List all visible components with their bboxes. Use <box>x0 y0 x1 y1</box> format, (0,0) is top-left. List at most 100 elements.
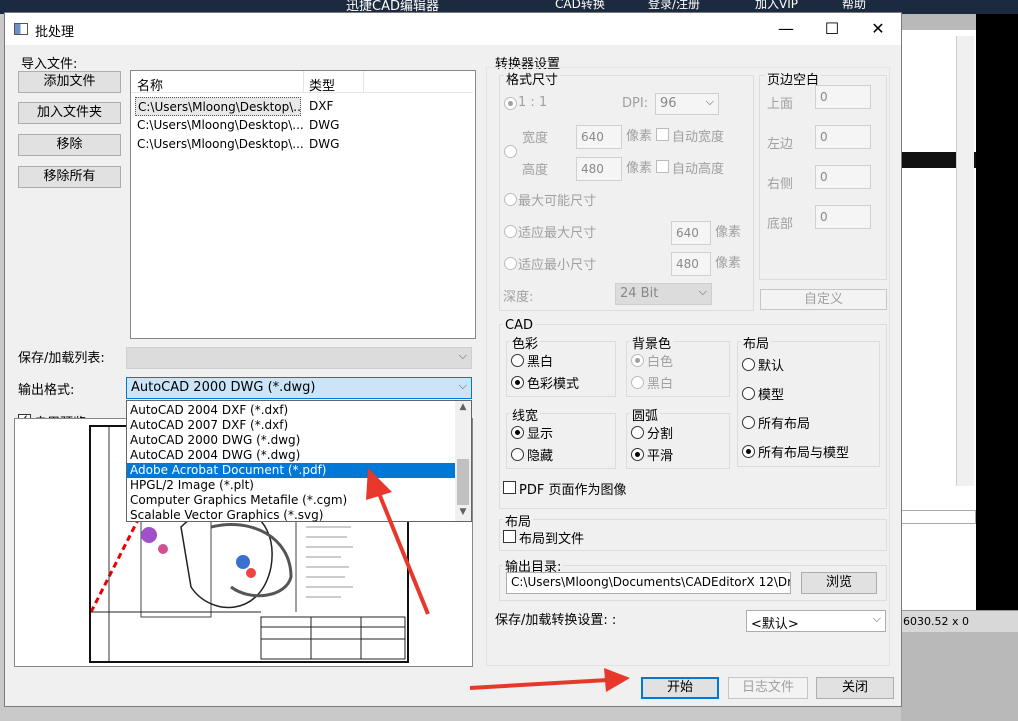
auto-height-label: 自动高度 <box>672 162 725 177</box>
format-option[interactable]: AutoCAD 2000 DWG (*.dwg) <box>127 433 455 448</box>
background-panel-titlebar-2 <box>901 510 976 524</box>
fit-max-label: 适应最大尺寸 <box>518 226 597 241</box>
margin-top-label: 上面 <box>767 97 794 112</box>
column-separator[interactable] <box>363 71 364 93</box>
log-file-button[interactable]: 日志文件 <box>728 677 808 699</box>
file-row[interactable]: C:\Users\Mloong\Desktop\... DWG <box>131 135 473 154</box>
scrollbar-thumb[interactable] <box>457 459 469 505</box>
depth-combo[interactable]: 24 Bit ⌵ <box>615 283 712 305</box>
color-mode-radio[interactable] <box>511 376 524 389</box>
file-row[interactable]: C:\Users\Mloong\Desktop\... DXF <box>131 97 473 116</box>
add-file-button[interactable]: 添加文件 <box>18 71 121 93</box>
add-folder-button[interactable]: 加入文件夹 <box>18 102 121 124</box>
output-dir-field[interactable]: C:\Users\Mloong\Documents\CADEditorX 12\… <box>506 572 791 594</box>
layout-label: 布局 <box>741 333 772 352</box>
format-option[interactable]: Scalable Vector Graphics (*.svg) <box>127 508 455 523</box>
fit-max-pixel-unit: 像素 <box>715 225 742 240</box>
line-width-show-radio[interactable] <box>511 426 524 439</box>
layout-model-label: 模型 <box>758 388 785 403</box>
layout-default-radio[interactable] <box>742 358 755 371</box>
save-load-settings-value: <默认> <box>751 617 799 632</box>
margin-bottom-field[interactable]: 0 <box>815 205 871 229</box>
dialog-title: 批处理 <box>35 25 75 40</box>
max-possible-radio[interactable] <box>504 193 517 206</box>
file-list[interactable]: 名称 类型 C:\Users\Mloong\Desktop\... DXF C:… <box>130 70 476 339</box>
close-button[interactable]: 关闭 <box>816 677 894 699</box>
close-icon[interactable]: ✕ <box>855 13 901 45</box>
bg-white-radio[interactable] <box>631 354 644 367</box>
maximize-icon[interactable]: ☐ <box>809 13 855 45</box>
background-scrollbar[interactable] <box>956 36 974 486</box>
help-menu[interactable]: 帮助 <box>842 0 866 12</box>
margin-left-field[interactable]: 0 <box>815 125 871 149</box>
remove-button[interactable]: 移除 <box>18 134 121 156</box>
margin-right-field[interactable]: 0 <box>815 165 871 189</box>
login-menu[interactable]: 登录/注册 <box>648 0 700 12</box>
max-possible-label: 最大可能尺寸 <box>518 194 597 209</box>
margin-top-field[interactable]: 0 <box>815 85 871 109</box>
column-header-name[interactable]: 名称 <box>137 75 163 94</box>
layout-all-model-radio[interactable] <box>742 445 755 458</box>
arc-split-radio[interactable] <box>631 426 644 439</box>
format-option-highlighted[interactable]: Adobe Acrobat Document (*.pdf) <box>127 463 455 478</box>
auto-width-checkbox[interactable] <box>656 128 669 141</box>
fit-max-radio[interactable] <box>504 225 517 238</box>
fit-max-field[interactable]: 640 <box>671 221 711 245</box>
remove-all-button[interactable]: 移除所有 <box>18 166 121 188</box>
format-option[interactable]: HPGL/2 Image (*.plt) <box>127 478 455 493</box>
auto-height-checkbox[interactable] <box>656 160 669 173</box>
file-row[interactable]: C:\Users\Mloong\Desktop\... DWG <box>131 116 473 135</box>
color-bw-label: 黑白 <box>527 355 554 370</box>
vip-menu[interactable]: 加入VIP <box>755 0 798 12</box>
line-width-hide-radio[interactable] <box>511 448 524 461</box>
minimize-icon[interactable]: — <box>763 13 809 45</box>
file-type: DXF <box>309 99 334 113</box>
depth-label: 深度: <box>503 290 534 305</box>
column-header-type[interactable]: 类型 <box>309 75 335 94</box>
format-option[interactable]: Computer Graphics Metafile (*.cgm) <box>127 493 455 508</box>
ratio-1-1-label: 1 : 1 <box>518 95 548 110</box>
scroll-up-icon[interactable]: ▲ <box>455 402 471 412</box>
width-pixel-unit: 像素 <box>626 129 653 144</box>
browse-button[interactable]: 浏览 <box>801 572 877 594</box>
save-load-list-combo[interactable]: ⌵ <box>126 347 472 369</box>
format-option[interactable]: AutoCAD 2007 DXF (*.dxf) <box>127 418 455 433</box>
format-option[interactable]: AutoCAD 2004 DXF (*.dxf) <box>127 403 455 418</box>
layout-to-file-checkbox[interactable] <box>503 530 516 543</box>
save-load-settings-combo[interactable]: <默认> ⌵ <box>746 610 886 632</box>
layout-all-radio[interactable] <box>742 416 755 429</box>
fit-min-field[interactable]: 480 <box>671 252 711 276</box>
bg-bw-radio[interactable] <box>631 376 644 389</box>
arc-label: 圆弧 <box>630 405 661 424</box>
start-button[interactable]: 开始 <box>641 677 719 699</box>
dpi-value: 96 <box>660 96 677 111</box>
layout-model-radio[interactable] <box>742 387 755 400</box>
custom-size-radio[interactable] <box>504 145 517 158</box>
format-option[interactable]: AutoCAD 2004 DWG (*.dwg) <box>127 448 455 463</box>
output-format-dropdown[interactable]: AutoCAD 2004 DXF (*.dxf) AutoCAD 2007 DX… <box>126 400 472 522</box>
line-width-label: 线宽 <box>510 405 541 424</box>
arc-smooth-label: 平滑 <box>647 449 674 464</box>
height-field[interactable]: 480 <box>576 157 622 181</box>
pdf-as-image-checkbox[interactable] <box>503 481 516 494</box>
column-separator[interactable] <box>303 71 304 93</box>
background-color-label: 背景色 <box>630 333 674 352</box>
fit-min-radio[interactable] <box>504 257 517 270</box>
cad-convert-menu[interactable]: CAD转换 <box>555 0 605 12</box>
margin-bottom-label: 底部 <box>767 217 794 232</box>
file-name: C:\Users\Mloong\Desktop\... <box>137 137 303 151</box>
bg-bw-label: 黑白 <box>647 377 674 392</box>
height-pixel-unit: 像素 <box>626 161 653 176</box>
dpi-combo[interactable]: 96 ⌵ <box>655 93 719 115</box>
arc-smooth-radio[interactable] <box>631 448 644 461</box>
color-bw-radio[interactable] <box>511 354 524 367</box>
depth-value: 24 Bit <box>620 286 659 301</box>
output-format-label: 输出格式: <box>18 383 75 398</box>
scroll-down-icon[interactable]: ▼ <box>455 507 471 517</box>
output-format-combo[interactable]: AutoCAD 2000 DWG (*.dwg) ⌵ <box>126 377 472 399</box>
width-field[interactable]: 640 <box>576 125 622 149</box>
line-width-show-label: 显示 <box>527 427 554 442</box>
custom-margins-button[interactable]: 自定义 <box>760 289 887 310</box>
dropdown-scrollbar[interactable]: ▲ ▼ <box>455 401 471 521</box>
ratio-1-1-radio[interactable] <box>504 97 517 110</box>
